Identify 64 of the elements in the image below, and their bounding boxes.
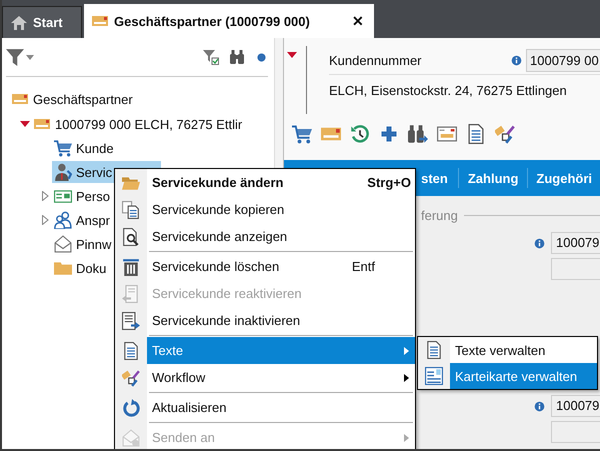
document-search-icon: [122, 228, 140, 246]
customer-number-field[interactable]: 1000799 00: [526, 48, 600, 72]
house-icon: [11, 14, 27, 30]
menu-item[interactable]: Servicekunde anzeigen: [115, 223, 415, 250]
menu-item[interactable]: Servicekunde inaktivieren: [115, 307, 415, 334]
document-icon[interactable]: [466, 124, 486, 144]
tree-item[interactable]: Doku: [52, 257, 110, 279]
tab[interactable]: Zahlung: [458, 168, 528, 188]
caret-icon[interactable]: [26, 54, 34, 60]
address-text: ELCH, Eisenstockstr. 24, 76275 Ettlingen: [329, 82, 568, 98]
menu-item[interactable]: Servicekunde löschen Entf: [115, 253, 415, 280]
tree-item[interactable]: Kunde: [52, 137, 117, 159]
dot-icon[interactable]: [255, 50, 268, 64]
plus-icon[interactable]: [379, 124, 399, 144]
tree-item[interactable]: Geschäftspartner: [10, 88, 136, 110]
field-label: Kundennummer: [329, 52, 422, 68]
menu-item[interactable]: Servicekunde kopieren: [115, 196, 415, 223]
workflow-icon: [122, 368, 140, 386]
tree-item[interactable]: Anspr: [52, 209, 113, 231]
refresh-icon: [122, 398, 140, 416]
info-icon[interactable]: [534, 238, 545, 248]
form-icon[interactable]: [437, 124, 457, 144]
collapse-icon[interactable]: [287, 52, 297, 58]
info-icon[interactable]: [534, 400, 545, 412]
tab[interactable]: Start: [2, 6, 82, 38]
input-field[interactable]: 100079: [551, 232, 600, 254]
group-label: ferung: [421, 208, 458, 223]
cart-icon: [54, 139, 72, 157]
input-field[interactable]: [551, 421, 600, 443]
binoculars-arrow-icon[interactable]: [408, 124, 428, 144]
cart-icon[interactable]: [292, 124, 312, 144]
card-icon: [34, 116, 50, 132]
filter-icon[interactable]: [6, 48, 24, 66]
expander-icon[interactable]: [40, 191, 50, 201]
card-view-icon: [425, 367, 443, 385]
trash-icon: [122, 258, 140, 276]
tree-item[interactable]: Perso: [52, 185, 113, 207]
menu-item[interactable]: Workflow: [115, 364, 415, 391]
filter-check-icon[interactable]: [203, 49, 219, 65]
input-field[interactable]: 100079: [551, 395, 600, 417]
copy-icon: [122, 200, 140, 218]
expander-icon[interactable]: [20, 119, 30, 129]
menu-item[interactable]: Texte verwalten: [418, 337, 597, 363]
document-icon: [122, 342, 140, 360]
envelope-icon: [54, 235, 72, 253]
workflow-icon[interactable]: [495, 124, 515, 144]
tree-item[interactable]: Pinnw: [52, 233, 114, 255]
history-icon[interactable]: [350, 124, 370, 144]
people-icon: [54, 211, 72, 229]
tab[interactable]: Geschäftspartner (1000799 000) ✕: [84, 4, 374, 38]
card-icon: [12, 91, 28, 107]
close-button[interactable]: ✕: [350, 13, 366, 29]
card-icon: [92, 13, 108, 29]
tab[interactable]: Zugehöri: [528, 168, 600, 188]
info-icon[interactable]: [511, 54, 522, 66]
document-icon: [425, 341, 443, 359]
binoculars-icon[interactable]: [229, 49, 245, 65]
tree-item[interactable]: 1000799 000 ELCH, 76275 Ettlir: [32, 113, 246, 135]
document-arrow-icon: [122, 312, 140, 330]
menu-item[interactable]: Aktualisieren: [115, 394, 415, 421]
expander-icon[interactable]: [40, 215, 50, 225]
input-field[interactable]: [551, 258, 600, 280]
person-icon: [54, 163, 72, 181]
envelope-icon: [122, 428, 140, 446]
